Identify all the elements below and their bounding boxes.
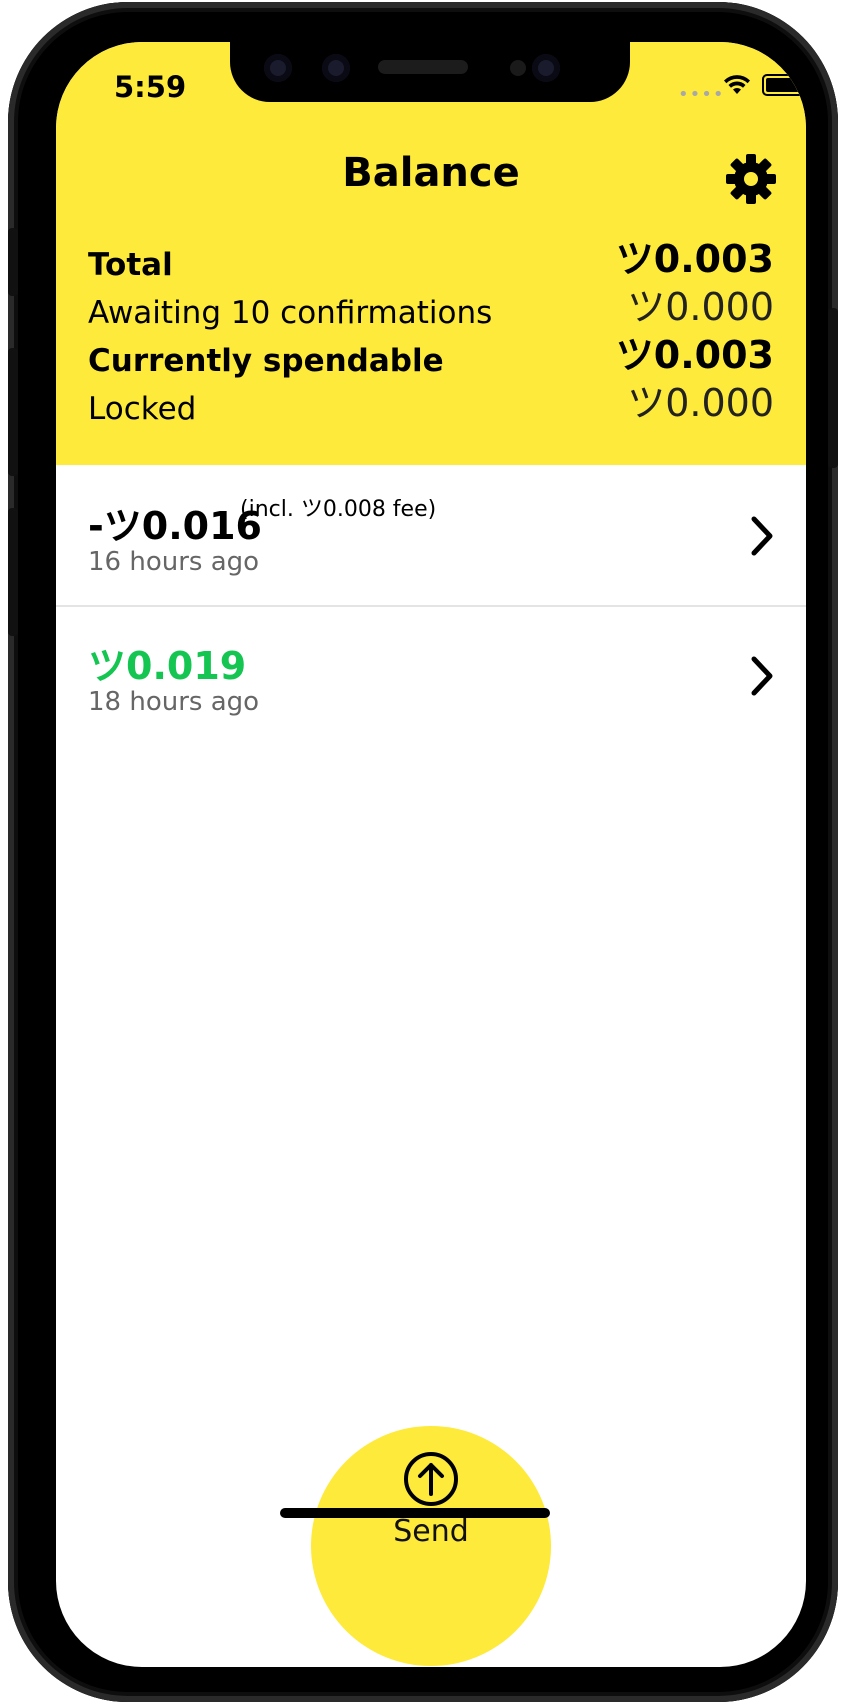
transaction-row[interactable]: ツ0.019 18 hours ago <box>56 607 806 747</box>
power-button <box>828 308 838 468</box>
volume-down-button <box>8 508 18 636</box>
balance-label: Locked <box>88 391 197 427</box>
balance-label: Total <box>88 247 173 283</box>
page-title: Balance <box>342 150 520 196</box>
wifi-icon <box>724 75 750 94</box>
balance-label: Awaiting 10 confirmations <box>88 295 493 331</box>
arrow-up-circle-icon <box>404 1452 458 1506</box>
chevron-right-icon <box>751 516 773 556</box>
screen: 5:59 •••• Balance Total ツ0.003 Awaiting … <box>56 42 806 1667</box>
transaction-time: 18 hours ago <box>88 687 260 717</box>
balance-value: ツ0.003 <box>615 333 774 377</box>
proximity-sensor <box>510 60 526 76</box>
chevron-right-icon <box>751 656 773 696</box>
balance-row-locked: Locked ツ0.000 <box>88 381 774 434</box>
volume-up-button <box>8 348 18 476</box>
transaction-amount: ツ0.019 <box>88 644 247 688</box>
camera-notch <box>230 42 630 102</box>
device-frame: 5:59 •••• Balance Total ツ0.003 Awaiting … <box>8 2 838 1702</box>
gear-icon[interactable] <box>724 152 778 206</box>
camera-lens <box>322 54 350 82</box>
balance-label: Currently spendable <box>88 343 444 379</box>
camera-lens <box>532 54 560 82</box>
status-time: 5:59 <box>114 70 187 104</box>
home-indicator[interactable] <box>280 1508 550 1518</box>
send-button[interactable]: Send <box>311 1426 551 1666</box>
camera-lens <box>264 54 292 82</box>
signal-icon: •••• <box>678 84 725 105</box>
transaction-fee: (incl. ツ0.008 fee) <box>240 497 437 522</box>
transaction-time: 16 hours ago <box>88 547 260 577</box>
battery-icon <box>762 74 806 96</box>
balance-value: ツ0.000 <box>627 381 774 425</box>
balance-value: ツ0.000 <box>627 285 774 329</box>
mute-switch <box>8 228 18 296</box>
balance-header: 5:59 •••• Balance Total ツ0.003 Awaiting … <box>56 42 806 465</box>
transaction-amount: -ツ0.016 <box>88 504 262 548</box>
balance-value: ツ0.003 <box>615 237 774 281</box>
transaction-row[interactable]: -ツ0.016 (incl. ツ0.008 fee) 16 hours ago <box>56 465 806 605</box>
earpiece-speaker <box>378 60 468 74</box>
send-label: Send <box>393 1514 469 1549</box>
